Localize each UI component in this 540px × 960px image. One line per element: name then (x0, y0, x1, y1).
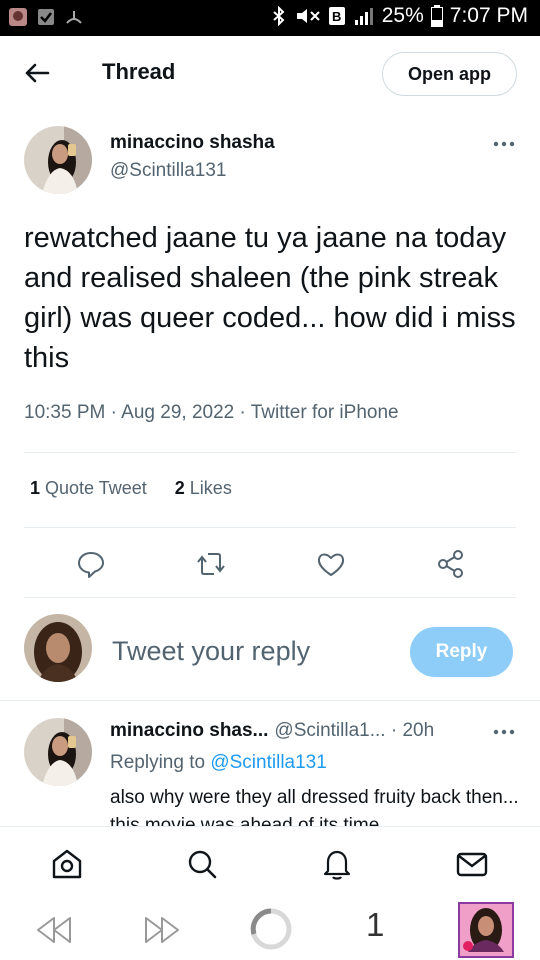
reload-icon[interactable] (248, 906, 294, 952)
bottom-nav (0, 826, 540, 898)
checkbox-notification-icon (38, 9, 54, 25)
messages-icon[interactable] (455, 847, 489, 881)
usb-notification-icon (66, 11, 82, 24)
svg-text:B: B (332, 9, 341, 24)
search-icon[interactable] (185, 847, 219, 881)
battery-percent: 25% (381, 4, 424, 27)
share-icon[interactable] (435, 548, 467, 580)
status-bar-notifications (8, 7, 84, 27)
open-app-button[interactable]: Open app (382, 52, 517, 96)
divider (24, 452, 516, 453)
page-title: Thread (102, 59, 176, 84)
quote-label: Quote Tweet (45, 478, 147, 498)
bluetooth-icon (273, 6, 285, 26)
likes-label: Likes (189, 478, 232, 498)
signal-icon (354, 8, 373, 25)
replying-mention[interactable]: @Scintilla131 (210, 752, 326, 773)
app-notification-icon (9, 8, 27, 26)
reply-button[interactable]: Reply (410, 627, 513, 677)
my-avatar[interactable] (24, 614, 92, 682)
author-avatar-image (24, 126, 92, 194)
quote-count: 1 (30, 478, 41, 498)
status-time: 7:07 PM (449, 4, 528, 27)
reply-author-avatar[interactable] (24, 718, 92, 786)
notifications-icon[interactable] (320, 847, 354, 881)
quote-tweets-stat[interactable]: 1 Quote Tweet (30, 478, 147, 499)
reply-text: also why were they all dressed fruity ba… (110, 787, 519, 826)
battery-icon (430, 5, 443, 27)
replying-to: Replying to @Scintilla131 (110, 752, 327, 774)
my-avatar-image (24, 614, 92, 682)
back-arrow-icon[interactable] (22, 58, 52, 88)
divider (24, 527, 516, 528)
reply-more-options-icon[interactable] (492, 724, 516, 740)
divider (24, 597, 516, 598)
tweet-text: rewatched jaane tu ya jaane na today and… (24, 222, 516, 374)
retweet-icon[interactable] (195, 548, 227, 580)
status-bar-system: B 25% 7:07 PM (270, 4, 528, 28)
reply-author-avatar-image (24, 718, 92, 786)
likes-stat[interactable]: 2 Likes (175, 478, 232, 499)
profile-thumbnail[interactable] (458, 902, 514, 958)
reply-header: minaccino shas... @Scintilla1... · 20h (110, 720, 434, 742)
author-name[interactable]: minaccino shasha (110, 132, 275, 154)
more-options-icon[interactable] (492, 136, 516, 152)
divider (0, 700, 540, 701)
reply-author-handle[interactable]: @Scintilla1... (274, 720, 385, 741)
status-bar: B 25% 7:07 PM (0, 0, 540, 36)
back-icon[interactable] (34, 914, 74, 946)
reply-icon[interactable] (75, 548, 107, 580)
reply-author-name[interactable]: minaccino shas... (110, 720, 268, 741)
tab-count[interactable]: 1 (366, 906, 384, 944)
thread-header: Thread Open app (0, 36, 540, 110)
like-icon[interactable] (315, 548, 347, 580)
tweet-actions (0, 544, 540, 584)
tweet-stats: 1 Quote Tweet 2 Likes (30, 478, 232, 499)
reply-input[interactable]: Tweet your reply (112, 636, 310, 667)
reply-time[interactable]: · 20h (386, 720, 434, 741)
author-handle[interactable]: @Scintilla131 (110, 160, 226, 182)
tweet-timestamp[interactable]: 10:35 PM · Aug 29, 2022 · Twitter for iP… (24, 402, 399, 424)
like-count: 2 (174, 478, 185, 498)
author-avatar[interactable] (24, 126, 92, 194)
mute-icon (296, 9, 320, 23)
forward-icon[interactable] (142, 914, 182, 946)
data-saver-icon: B (328, 7, 345, 25)
replying-prefix: Replying to (110, 752, 211, 773)
home-icon[interactable] (50, 847, 84, 881)
